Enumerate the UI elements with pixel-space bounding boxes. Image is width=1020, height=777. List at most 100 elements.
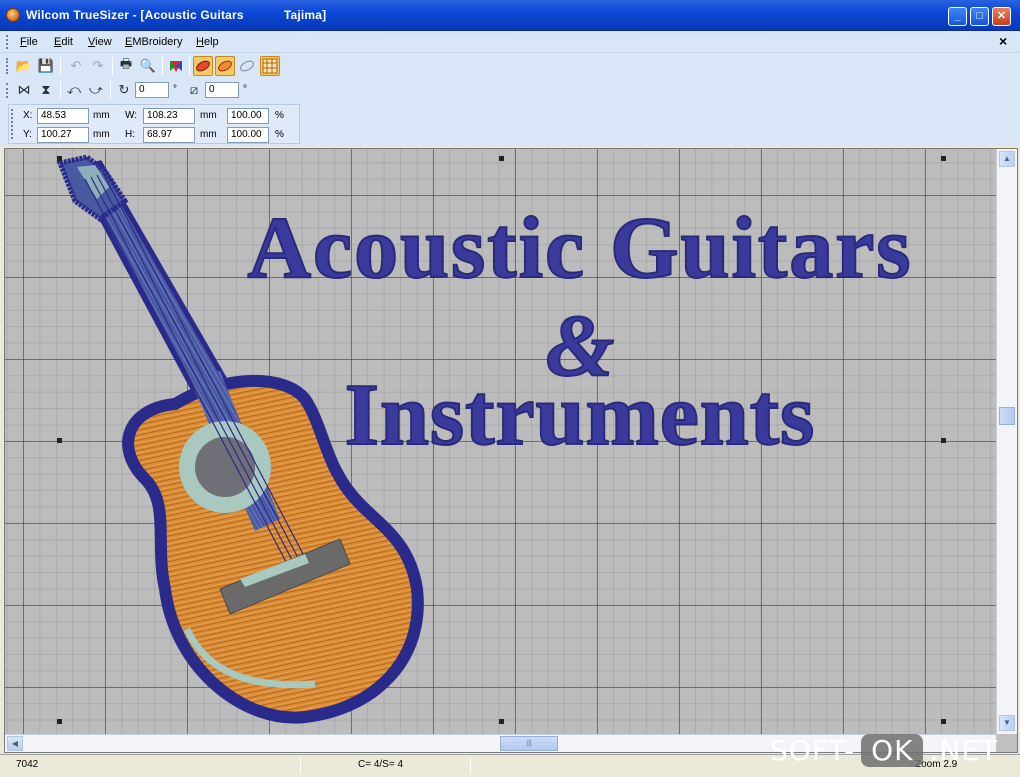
h-label: H: — [125, 129, 135, 140]
width-input[interactable]: 108.23 — [143, 108, 195, 124]
selection-handle-bottom-center[interactable] — [499, 719, 504, 724]
undo-button[interactable]: ↶ — [66, 56, 86, 76]
h-scale-unit: % — [275, 129, 284, 140]
save-button[interactable]: 💾 — [36, 56, 56, 76]
toolbar-grip[interactable] — [6, 58, 9, 74]
rotate-angle-icon-button[interactable]: ↻ — [114, 80, 134, 100]
status-divider — [470, 758, 471, 774]
slant-icon-button[interactable]: ⧄ — [184, 80, 204, 100]
document-close-button[interactable]: × — [999, 33, 1007, 49]
print-icon: 🖶 — [119, 56, 133, 71]
color-button[interactable] — [166, 56, 186, 76]
chevron-up-icon: ▲ — [1003, 154, 1011, 163]
watermark-middle: OK — [861, 733, 924, 767]
selection-handle-top-left[interactable] — [57, 156, 62, 161]
mirror-vertical-button[interactable]: ⧗ — [36, 80, 56, 100]
rotate-angle-input[interactable]: 0 — [135, 82, 169, 98]
open-icon: 📂 — [15, 58, 33, 73]
title-bar: Wilcom TrueSizer - [Acoustic Guitars Taji… — [0, 0, 1020, 31]
design-text-line3[interactable]: Instruments — [344, 366, 816, 465]
vertical-scrollbar[interactable]: ▲ ▼ — [996, 149, 1017, 734]
separator — [60, 81, 61, 99]
w-label: W: — [125, 110, 138, 121]
slant-icon: ⧄ — [189, 82, 199, 97]
color-stop-count: C= 4/S= 4 — [358, 759, 404, 770]
w-scale-unit: % — [275, 110, 284, 121]
rotate-right-button[interactable]: ⤻ — [86, 80, 106, 100]
selection-handle-bottom-left[interactable] — [57, 719, 62, 724]
print-button[interactable]: 🖶 — [116, 56, 136, 76]
separator — [162, 57, 163, 75]
selection-handle-top-center[interactable] — [499, 156, 504, 161]
chevron-down-icon: ▼ — [1003, 718, 1011, 727]
rotate-left-button[interactable]: ⤺ — [64, 80, 84, 100]
menu-bar: File Edit View EMBroidery Help × — [0, 31, 1020, 53]
menu-view[interactable]: View — [88, 36, 112, 48]
watermark: SOFT- OK .NET — [770, 727, 998, 773]
menu-file[interactable]: File — [20, 36, 38, 48]
selection-handle-bottom-right[interactable] — [941, 719, 946, 724]
show-stitches-icon — [196, 60, 210, 72]
toolbar-grip[interactable] — [6, 83, 9, 98]
vertical-scroll-thumb[interactable] — [999, 407, 1015, 425]
app-logo-icon — [6, 8, 20, 22]
show-outlines-icon — [218, 60, 232, 72]
open-button[interactable]: 📂 — [14, 56, 34, 76]
status-divider — [300, 758, 301, 774]
selection-handle-top-right[interactable] — [941, 156, 946, 161]
design-canvas[interactable]: Acoustic Guitars & Instruments — [5, 149, 996, 734]
window-title-main: Wilcom TrueSizer - [Acoustic Guitars — [26, 8, 244, 22]
slant-angle-input[interactable]: 0 — [205, 82, 239, 98]
rotate-left-icon: ⤺ — [67, 82, 81, 97]
mirror-horizontal-icon: ⋈ — [17, 82, 31, 97]
watermark-left: SOFT- — [770, 733, 856, 767]
design-window: Acoustic Guitars & Instruments ▲ ▼ ◀ ||| — [4, 148, 1018, 753]
menu-help[interactable]: Help — [196, 36, 219, 48]
separator — [110, 81, 111, 99]
toolbar-grip[interactable] — [6, 35, 9, 49]
selection-handle-middle-left[interactable] — [57, 438, 62, 443]
scroll-left-button[interactable]: ◀ — [7, 736, 23, 751]
w-unit: mm — [200, 110, 217, 121]
rotate-unit: ° — [173, 84, 177, 95]
mirror-vertical-icon: ⧗ — [41, 82, 51, 97]
artwork-button[interactable] — [237, 56, 257, 76]
show-stitches-button[interactable] — [193, 56, 213, 76]
x-label: X: — [23, 110, 33, 121]
embroidery-design[interactable]: Acoustic Guitars & Instruments — [5, 149, 996, 734]
watermark-right: .NET — [929, 733, 999, 767]
rotate-right-icon: ⤻ — [89, 82, 103, 97]
mirror-horizontal-button[interactable]: ⋈ — [14, 80, 34, 100]
menu-embroidery[interactable]: EMBroidery — [125, 36, 182, 48]
y-input[interactable]: 100.27 — [37, 127, 89, 143]
close-button[interactable]: ✕ — [992, 7, 1011, 26]
menu-edit[interactable]: Edit — [54, 36, 73, 48]
show-outlines-button[interactable] — [215, 56, 235, 76]
redo-button[interactable]: ↷ — [88, 56, 108, 76]
separator — [60, 57, 61, 75]
print-preview-button[interactable]: 🔍 — [138, 56, 158, 76]
horizontal-scroll-thumb[interactable]: ||| — [500, 736, 558, 751]
redo-icon: ↷ — [92, 58, 104, 73]
height-input[interactable]: 68.97 — [143, 127, 195, 143]
width-scale-input[interactable]: 100.00 — [227, 108, 269, 124]
stitch-count: 7042 — [16, 759, 39, 770]
window-title-suffix: Tajima] — [283, 8, 327, 22]
grid-button[interactable] — [260, 56, 280, 76]
scroll-down-button[interactable]: ▼ — [999, 715, 1015, 731]
y-label: Y: — [23, 129, 32, 140]
maximize-button[interactable]: □ — [970, 7, 989, 26]
separator — [112, 57, 113, 75]
height-scale-input[interactable]: 100.00 — [227, 127, 269, 143]
h-unit: mm — [200, 129, 217, 140]
chevron-left-icon: ◀ — [11, 739, 19, 748]
design-text-line1[interactable]: Acoustic Guitars — [246, 199, 912, 298]
toolbar-grip[interactable] — [11, 109, 14, 139]
slant-unit: ° — [243, 84, 247, 95]
selection-handle-middle-right[interactable] — [941, 438, 946, 443]
minimize-button[interactable]: _ — [948, 7, 967, 26]
x-input[interactable]: 48.53 — [37, 108, 89, 124]
x-unit: mm — [93, 110, 110, 121]
window-title: Wilcom TrueSizer - [Acoustic Guitars Taji… — [26, 8, 326, 22]
scroll-up-button[interactable]: ▲ — [999, 151, 1015, 167]
